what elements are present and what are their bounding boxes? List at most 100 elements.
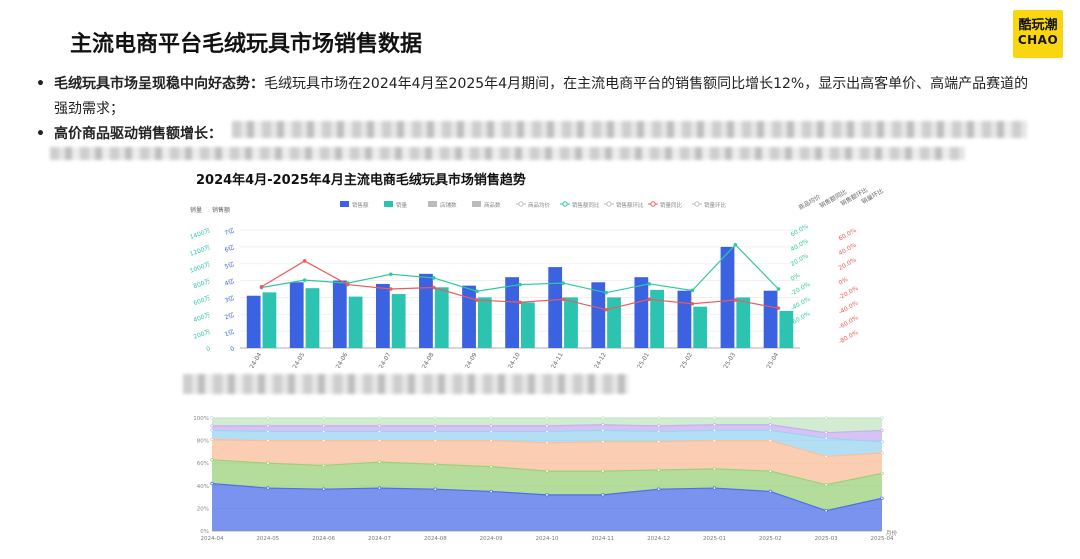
legend-label: 销售额环比 xyxy=(616,201,644,209)
area-point xyxy=(489,438,493,443)
y-tick-label: -40.0% xyxy=(790,295,812,312)
area-point xyxy=(712,438,717,443)
y-tick-label: 0 xyxy=(205,345,211,353)
area-point xyxy=(880,451,884,455)
y-tick-label: 7亿 xyxy=(223,226,235,237)
legend-swatch xyxy=(562,201,568,207)
bar-volume xyxy=(521,302,535,348)
area-point xyxy=(657,440,661,444)
area-point xyxy=(433,487,437,491)
series-point xyxy=(561,297,565,302)
series-point xyxy=(733,242,738,247)
y-tick-label: 4亿 xyxy=(223,277,235,288)
area-point xyxy=(824,509,828,513)
area-point xyxy=(210,437,214,442)
x-tick-label: 2024-07 xyxy=(374,351,393,368)
area-point xyxy=(266,438,270,443)
bar-volume xyxy=(434,287,449,348)
y-tick-label: 1亿 xyxy=(223,327,235,338)
y-tick-label: 1400万 xyxy=(189,227,211,241)
y-tick-label: 60% xyxy=(197,461,209,467)
x-tick-label: 2024-11 xyxy=(546,351,565,368)
legend-label: 店铺数 xyxy=(440,201,457,209)
area-point xyxy=(601,469,605,473)
axis-label: 销售额 xyxy=(212,206,230,214)
bar-sales xyxy=(419,273,433,348)
y-tick-label: 0% xyxy=(790,272,802,283)
y-tick-label: 60.0% xyxy=(790,223,810,239)
chart-title: 2024年4月-2025年4月主流电商毛绒玩具市场销售趋势 xyxy=(196,172,526,188)
legend-label: 销售额 xyxy=(352,201,369,209)
area-point xyxy=(880,440,884,444)
area-point xyxy=(322,424,326,428)
bar-sales xyxy=(375,283,390,348)
area-point xyxy=(601,440,605,444)
area-point xyxy=(322,416,326,420)
bar-volume xyxy=(564,297,578,348)
x-tick-label: 2025-03 xyxy=(719,351,738,368)
y-tick-label: 20.0% xyxy=(838,256,858,272)
y-tick-label: 80% xyxy=(197,439,209,445)
area-point xyxy=(824,454,828,459)
bar-sales xyxy=(332,280,347,348)
series-point xyxy=(733,298,738,302)
bullet-item: 毛绒玩具市场呈现稳中向好态势：毛绒玩具市场在2024年4月至2025年4月期间，… xyxy=(36,72,1036,122)
x-tick-label: 2024-11 xyxy=(591,536,614,542)
legend-swatch xyxy=(384,201,393,207)
y-tick-label: 40% xyxy=(197,484,209,490)
axis-label: 销量 xyxy=(190,206,202,214)
y-tick-label: 6亿 xyxy=(223,243,235,254)
area-point xyxy=(712,416,717,420)
bar-sales xyxy=(462,285,476,348)
bar-sales xyxy=(246,295,261,348)
x-tick-label: 2024-07 xyxy=(368,536,391,542)
area-point xyxy=(433,438,437,443)
area-point xyxy=(210,428,214,433)
x-tick-label: 2024-06 xyxy=(312,536,335,542)
area-point xyxy=(712,423,717,427)
x-tick-label: 2024-06 xyxy=(331,351,350,368)
series-point xyxy=(302,278,307,282)
area-point xyxy=(768,438,772,443)
area-point xyxy=(210,481,214,486)
legend-swatch xyxy=(340,201,349,207)
area-point xyxy=(433,462,437,466)
series-point xyxy=(690,288,695,293)
series-point xyxy=(604,290,608,295)
redacted-text xyxy=(232,121,1027,138)
x-tick-label: 2024-10 xyxy=(503,351,522,368)
series-point xyxy=(561,281,565,285)
area-point xyxy=(377,460,382,464)
series-point xyxy=(475,298,479,302)
series-point xyxy=(776,306,781,310)
y-tick-label: 0 xyxy=(229,345,235,353)
y-tick-label: 40.0% xyxy=(838,241,858,257)
x-tick-label: 2024-04 xyxy=(201,536,224,542)
area-point xyxy=(768,416,772,420)
y-tick-label: 1200万 xyxy=(189,244,211,258)
bar-sales xyxy=(548,267,563,348)
sales-trend-chart: 2024年4月-2025年4月主流电商毛绒玩具市场销售趋势销售额 销量 店铺数 商品数… xyxy=(189,172,885,368)
x-tick-label: 2025-03 xyxy=(815,536,838,542)
bar-sales xyxy=(763,290,778,348)
x-tick-label: 2024-08 xyxy=(424,536,447,542)
x-tick-label: 2024-04 xyxy=(245,351,264,368)
legend-swatch xyxy=(428,201,437,207)
share-area-chart: 0% 20% 40% 60% 80% 100% 2024-04 2024-05 2024-06 2… xyxy=(193,416,897,542)
y-tick-label: 1000万 xyxy=(189,261,211,275)
y-tick-label: 800万 xyxy=(193,278,212,291)
bar-volume xyxy=(779,310,794,348)
series-point xyxy=(432,276,436,280)
area-point xyxy=(377,416,382,420)
x-tick-label: 2024-05 xyxy=(288,351,307,368)
area-point xyxy=(433,416,437,420)
series-point xyxy=(647,282,652,286)
area-point xyxy=(824,431,828,435)
x-tick-label: 2025-04 xyxy=(762,351,781,368)
y-tick-label: 600万 xyxy=(193,295,212,308)
area-point xyxy=(880,428,884,433)
series-point xyxy=(259,284,264,289)
y-tick-label: 3亿 xyxy=(223,294,235,305)
axis-label: 商品均价 xyxy=(797,193,822,212)
area-point xyxy=(824,483,828,487)
